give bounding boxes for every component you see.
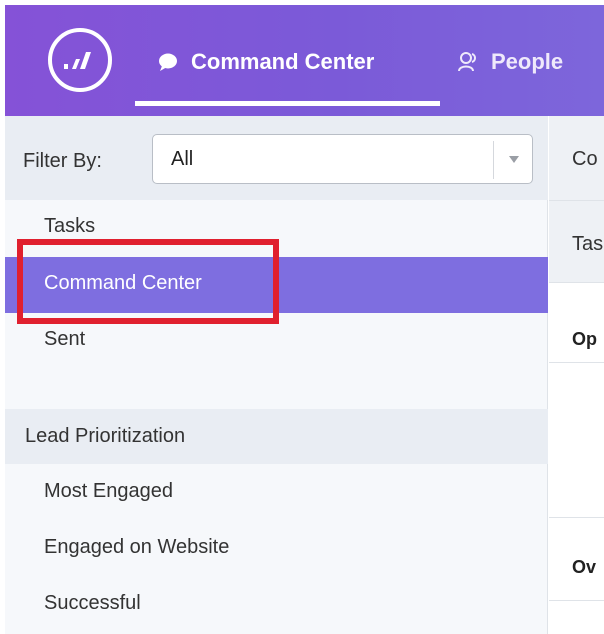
main-title-bar: Co <box>549 116 604 200</box>
dropdown-divider <box>493 141 494 179</box>
sidebar-item-label: Sent <box>44 328 86 350</box>
chevron-down-icon[interactable] <box>509 156 519 163</box>
divider <box>549 600 604 601</box>
sidebar-item-label: Tasks <box>44 215 96 237</box>
section-header-lead-prioritization: Lead Prioritization <box>5 409 548 464</box>
filter-label: Filter By: <box>23 150 102 172</box>
sidebar-item-label: Successful <box>44 592 141 614</box>
tab-command-center[interactable]: Command Center <box>157 45 374 79</box>
sidebar-item-successful[interactable]: Successful <box>5 577 548 633</box>
tab-people-label: People <box>491 49 564 74</box>
active-tab-indicator <box>135 101 440 106</box>
people-icon <box>457 51 479 73</box>
sidebar-item-label: Most Engaged <box>44 480 173 502</box>
column-header: Tas <box>572 233 604 255</box>
sidebar-item-most-engaged[interactable]: Most Engaged <box>5 465 548 521</box>
marketo-logo-icon[interactable] <box>48 28 112 92</box>
divider <box>549 517 604 518</box>
table-header: Tas <box>549 201 604 282</box>
section-title: Lead Prioritization <box>25 425 186 447</box>
divider <box>549 282 604 283</box>
table-row[interactable]: Op <box>572 329 597 350</box>
main-title: Co <box>572 148 598 170</box>
filter-bar: Filter By: All <box>5 116 548 200</box>
main-content-panel: Co Tas Op Ov <box>549 116 604 634</box>
chat-bubble-icon <box>157 52 179 72</box>
tab-command-center-label: Command Center <box>191 49 375 74</box>
filter-dropdown[interactable]: All <box>152 134 533 184</box>
filter-selected-value: All <box>171 148 194 170</box>
tab-people[interactable]: People <box>457 45 563 79</box>
top-nav-bar: Command Center People <box>5 5 604 116</box>
highlight-annotation <box>17 239 279 324</box>
table-row[interactable]: Ov <box>572 557 596 578</box>
sidebar-item-label: Engaged on Website <box>44 536 230 558</box>
sidebar-item-engaged-on-website[interactable]: Engaged on Website <box>5 521 548 577</box>
divider <box>549 362 604 363</box>
